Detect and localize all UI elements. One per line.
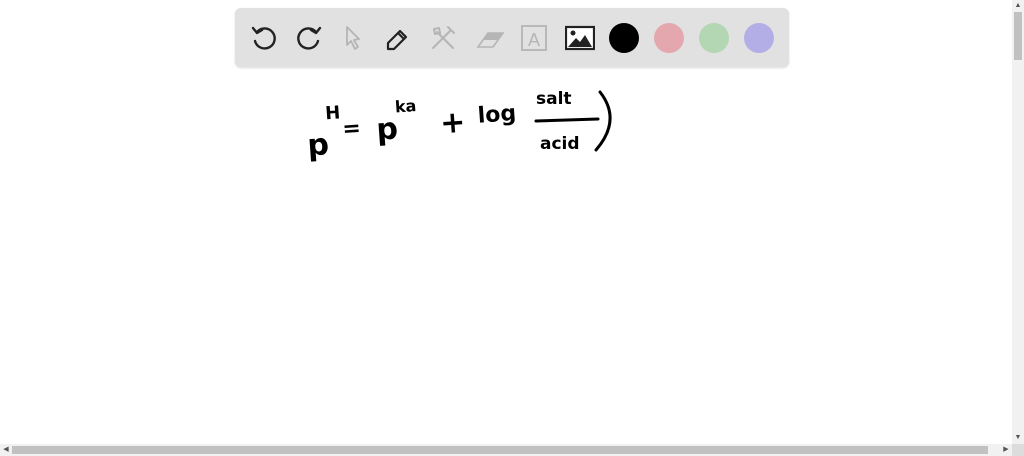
image-tool-button[interactable] xyxy=(565,23,595,53)
undo-icon xyxy=(251,26,276,50)
hw-equals: = xyxy=(342,116,362,142)
select-tool-button[interactable] xyxy=(338,23,368,53)
redo-icon xyxy=(297,26,322,50)
color-green[interactable] xyxy=(699,23,729,53)
pencil-icon xyxy=(386,29,408,51)
fraction-bar xyxy=(534,117,600,123)
color-black[interactable] xyxy=(609,23,639,53)
hw-denominator: acid xyxy=(540,134,580,154)
text-tool-button[interactable]: A xyxy=(519,23,549,53)
hw-p: p xyxy=(306,127,330,163)
image-icon xyxy=(565,25,595,51)
scroll-left-arrow-icon[interactable]: ◀ xyxy=(0,444,12,456)
color-purple[interactable] xyxy=(744,23,774,53)
eraser-tool-button[interactable] xyxy=(475,23,505,53)
hw-log: log xyxy=(477,101,517,129)
scroll-right-arrow-icon[interactable]: ▶ xyxy=(1000,444,1012,456)
text-icon: A xyxy=(521,25,547,51)
horizontal-scroll-thumb[interactable] xyxy=(12,446,988,454)
hw-h: H xyxy=(325,102,342,124)
horizontal-scrollbar[interactable]: ◀ ▶ xyxy=(0,444,1012,456)
hw-p2: p xyxy=(375,111,399,147)
hw-ka: ka xyxy=(394,96,417,116)
redo-button[interactable] xyxy=(294,23,324,53)
text-tool-label: A xyxy=(528,30,540,50)
drawing-toolbar: A xyxy=(235,8,789,67)
eraser-icon xyxy=(476,32,505,48)
hw-plus: + xyxy=(439,105,467,142)
close-paren xyxy=(594,90,612,152)
scrollbar-corner xyxy=(1012,444,1024,456)
handwritten-equation: p H = p ka + log xyxy=(306,96,517,164)
color-pink[interactable] xyxy=(654,23,684,53)
pencil-tool-button[interactable] xyxy=(383,23,413,53)
scroll-up-arrow-icon[interactable]: ▲ xyxy=(1012,0,1024,12)
tools-icon xyxy=(432,26,455,49)
hw-numerator: salt xyxy=(536,89,572,109)
tools-button[interactable] xyxy=(428,23,458,53)
vertical-scrollbar[interactable]: ▲ ▼ xyxy=(1012,0,1024,444)
undo-button[interactable] xyxy=(249,23,279,53)
vertical-scroll-thumb[interactable] xyxy=(1014,12,1022,60)
scroll-down-arrow-icon[interactable]: ▼ xyxy=(1012,432,1024,444)
pointer-icon xyxy=(346,26,360,50)
